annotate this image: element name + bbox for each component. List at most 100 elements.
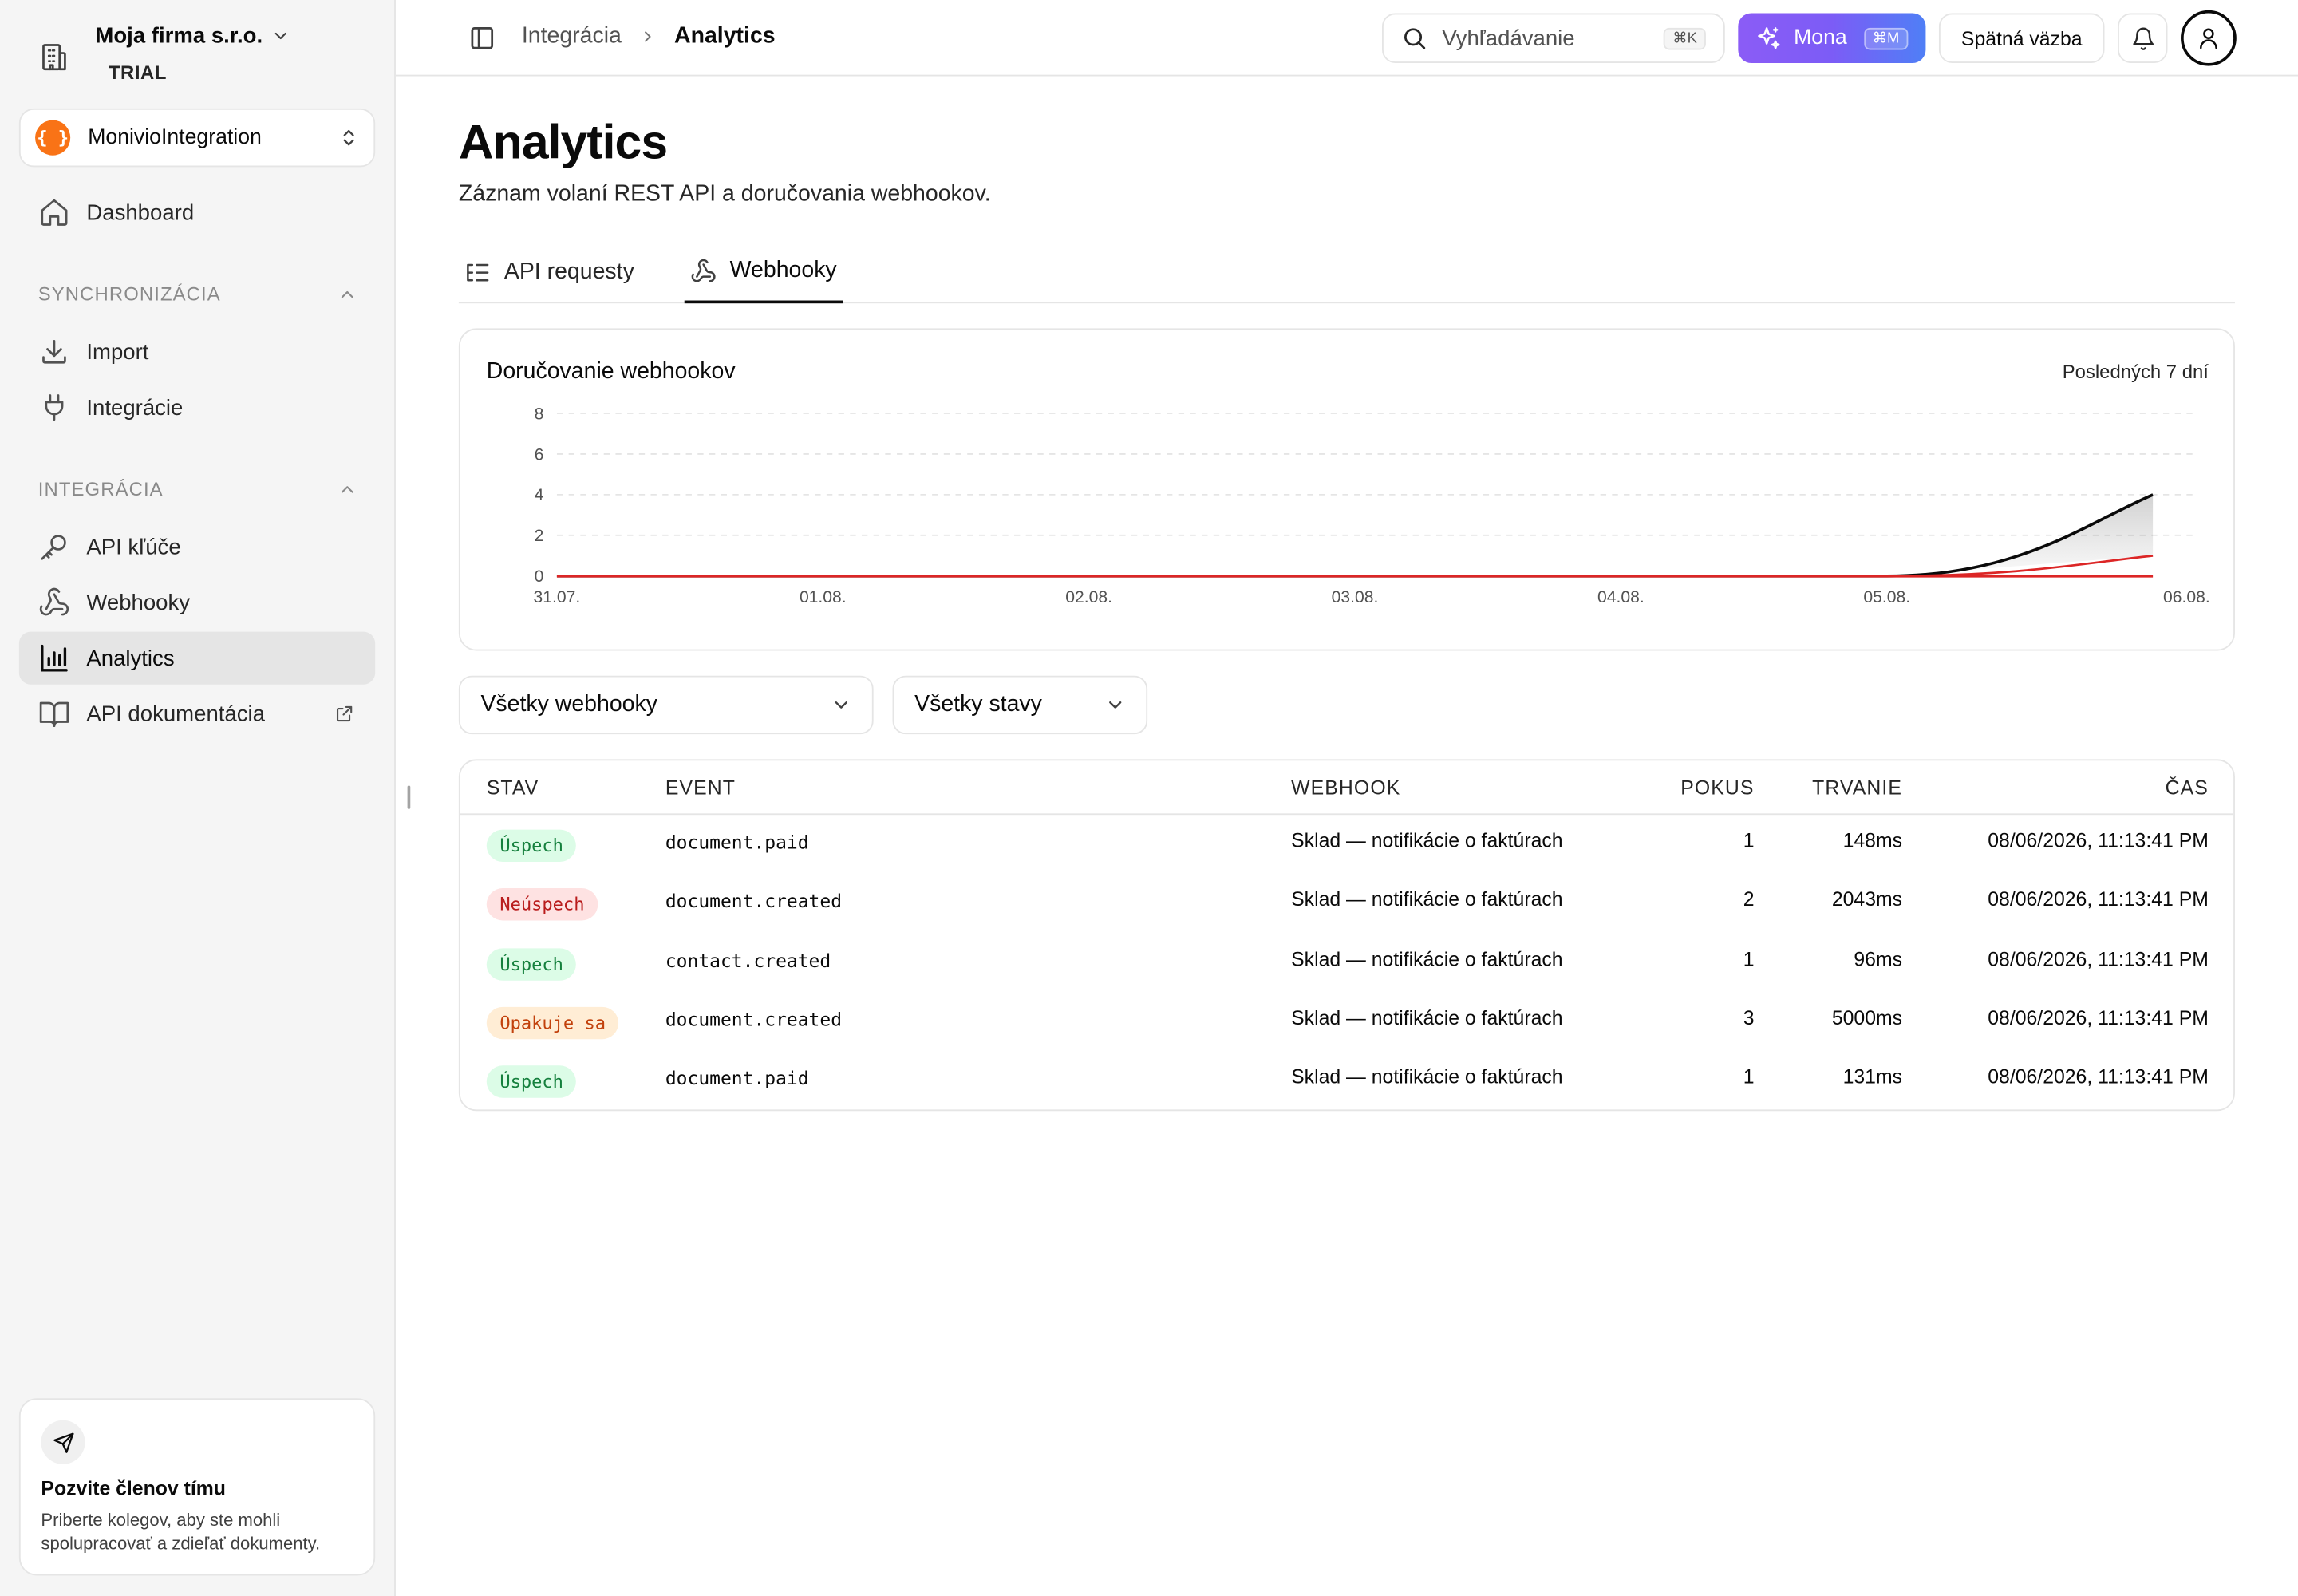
- x-tick-label: 01.08.: [800, 588, 847, 606]
- plug-icon: [45, 394, 64, 421]
- duration-value: 5000ms: [1831, 1006, 1903, 1029]
- event-name: document.created: [665, 1008, 843, 1030]
- invite-card[interactable]: Pozvite členov tímu Priberte kolegov, ab…: [18, 1398, 376, 1576]
- table-row[interactable]: Opakuje sa document.created Sklad — notifi…: [460, 992, 2233, 1050]
- webhook-name: Sklad — notifikácie o faktúrach: [1291, 829, 1563, 852]
- invite-title: Pozvite členov tímu: [41, 1477, 226, 1499]
- invite-description: Priberte kolegov, aby ste mohli spolupra…: [41, 1509, 321, 1554]
- sidebar-item-label: Integrácie: [86, 394, 184, 421]
- download-icon: [42, 339, 66, 364]
- status-badge: Úspech: [486, 829, 577, 862]
- webhook-filter-value: Všetky webhooky: [480, 691, 657, 717]
- mona-ai-button[interactable]: Mona ⌘M: [1738, 13, 1926, 63]
- company-switcher[interactable]: Moja firma s.r.o. TRIAL: [38, 21, 290, 84]
- book-open-icon: [39, 701, 69, 727]
- status-badge: Neúspech: [486, 888, 598, 921]
- sidebar-item-label: Analytics: [86, 646, 175, 671]
- mona-shortcut: ⌘M: [1863, 26, 1909, 49]
- section-integration-toggle[interactable]: INTEGRÁCIA: [38, 478, 357, 500]
- status-badge: Úspech: [486, 1065, 577, 1099]
- webhook-icon: [691, 258, 716, 282]
- x-tick-label: 05.08.: [1863, 588, 1910, 606]
- duration-value: 131ms: [1842, 1065, 1903, 1088]
- chevron-down-icon: [835, 701, 847, 709]
- tab-webhooks[interactable]: Webhooky: [684, 240, 843, 304]
- table-row[interactable]: Neúspech document.created Sklad — notifiká…: [460, 874, 2233, 932]
- mona-label: Mona: [1794, 26, 1847, 50]
- timestamp: 08/06/2026, 11:13:41 PM: [1988, 888, 2209, 911]
- chevron-down-icon: [1109, 701, 1122, 709]
- chevrons-up-down-icon: [343, 129, 354, 146]
- sidebar-toggle-icon[interactable]: [469, 25, 496, 51]
- y-tick-label: 6: [535, 445, 544, 464]
- webhook-name: Sklad — notifikácie o faktúrach: [1291, 888, 1563, 911]
- webhook-name: Sklad — notifikácie o faktúrach: [1291, 1065, 1563, 1088]
- sidebar-item-webhooks[interactable]: Webhooky: [19, 576, 375, 629]
- topbar: Integrácia Analytics Vyhľadávanie ⌘K Mon…: [395, 0, 2298, 77]
- sidebar-item-import[interactable]: Import: [19, 326, 375, 378]
- tab-label: API requesty: [503, 259, 634, 284]
- bar-chart-icon: [41, 644, 68, 672]
- bell-icon: [2132, 26, 2154, 49]
- sidebar-item-dashboard[interactable]: Dashboard: [19, 186, 375, 239]
- sidebar-item-label: API kľúče: [86, 534, 181, 559]
- attempt-count: 1: [1743, 1065, 1755, 1088]
- col-status: STAV: [486, 776, 539, 800]
- tabs: API requesty Webhooky: [458, 240, 2235, 304]
- tab-api-requests[interactable]: API requesty: [464, 240, 634, 303]
- attempt-count: 1: [1743, 947, 1755, 970]
- x-tick-label: 02.08.: [1065, 588, 1112, 606]
- notifications-button[interactable]: [2118, 13, 2168, 63]
- x-tick-label: 31.07.: [534, 588, 581, 606]
- status-filter-select[interactable]: Všetky stavy: [892, 675, 1148, 735]
- y-tick-label: 2: [535, 527, 544, 545]
- breadcrumb-parent[interactable]: Integrácia: [522, 23, 622, 49]
- table-row[interactable]: Úspech contact.created Sklad — notifikácie…: [460, 933, 2233, 991]
- sidebar-item-label: Dashboard: [86, 200, 195, 225]
- timestamp: 08/06/2026, 11:13:41 PM: [1988, 829, 2209, 852]
- duration-value: 148ms: [1842, 829, 1903, 852]
- col-webhook: WEBHOOK: [1291, 776, 1401, 800]
- event-name: document.paid: [665, 1067, 809, 1090]
- attempt-count: 1: [1743, 829, 1755, 852]
- webhook-filter-select[interactable]: Všetky webhooky: [458, 675, 874, 735]
- section-sync-toggle[interactable]: SYNCHRONIZÁCIA: [38, 282, 357, 305]
- series-line-1: [556, 554, 2154, 578]
- x-tick-label: 03.08.: [1332, 588, 1379, 606]
- search-placeholder: Vyhľadávanie: [1442, 26, 1575, 51]
- duration-value: 96ms: [1854, 947, 1903, 970]
- send-icon: [41, 1420, 85, 1464]
- col-attempt: POKUS: [1680, 776, 1755, 800]
- sidebar-item-label: API dokumentácia: [86, 701, 265, 727]
- table-row[interactable]: Úspech document.paid Sklad — notifikácie o…: [460, 1051, 2233, 1109]
- y-tick-label: 0: [535, 567, 544, 586]
- status-badge: Úspech: [486, 947, 577, 981]
- webhook-name: Sklad — notifikácie o faktúrach: [1291, 947, 1563, 970]
- sidebar-item-analytics[interactable]: Analytics: [18, 631, 376, 685]
- page-title: Analytics: [458, 114, 668, 169]
- user-icon: [2200, 28, 2217, 49]
- search-shortcut: ⌘K: [1664, 26, 1706, 49]
- sidebar-item-api-keys[interactable]: API kľúče: [19, 520, 375, 573]
- timestamp: 08/06/2026, 11:13:41 PM: [1988, 947, 2209, 970]
- search-input[interactable]: Vyhľadávanie ⌘K: [1382, 13, 1725, 63]
- company-name: Moja firma s.r.o.: [95, 23, 263, 49]
- workspace-select[interactable]: { } MonivioIntegration: [18, 108, 376, 168]
- section-sync-title: SYNCHRONIZÁCIA: [38, 282, 221, 306]
- status-filter-value: Všetky stavy: [914, 691, 1042, 717]
- sidebar-item-integrations[interactable]: Integrácie: [19, 381, 375, 434]
- sidebar-item-api-docs[interactable]: API dokumentácia: [19, 687, 375, 740]
- feedback-button[interactable]: Spätná väzba: [1938, 13, 2105, 63]
- user-avatar[interactable]: [2181, 10, 2237, 66]
- breadcrumb: Integrácia Analytics: [522, 23, 776, 49]
- sidebar-item-label: Import: [86, 339, 149, 365]
- breadcrumb-current: Analytics: [674, 23, 776, 49]
- webhook-deliveries-table: STAV EVENT WEBHOOK POKUS TRVANIE ČAS Úsp…: [458, 759, 2235, 1112]
- building-icon: [42, 44, 66, 71]
- table-row[interactable]: Úspech document.paid Sklad — notifikácie o…: [460, 815, 2233, 873]
- col-event: EVENT: [665, 776, 736, 800]
- webhook-icon: [39, 587, 69, 616]
- event-name: document.created: [665, 890, 843, 912]
- event-name: document.paid: [665, 831, 809, 853]
- plan-badge: TRIAL: [108, 61, 167, 84]
